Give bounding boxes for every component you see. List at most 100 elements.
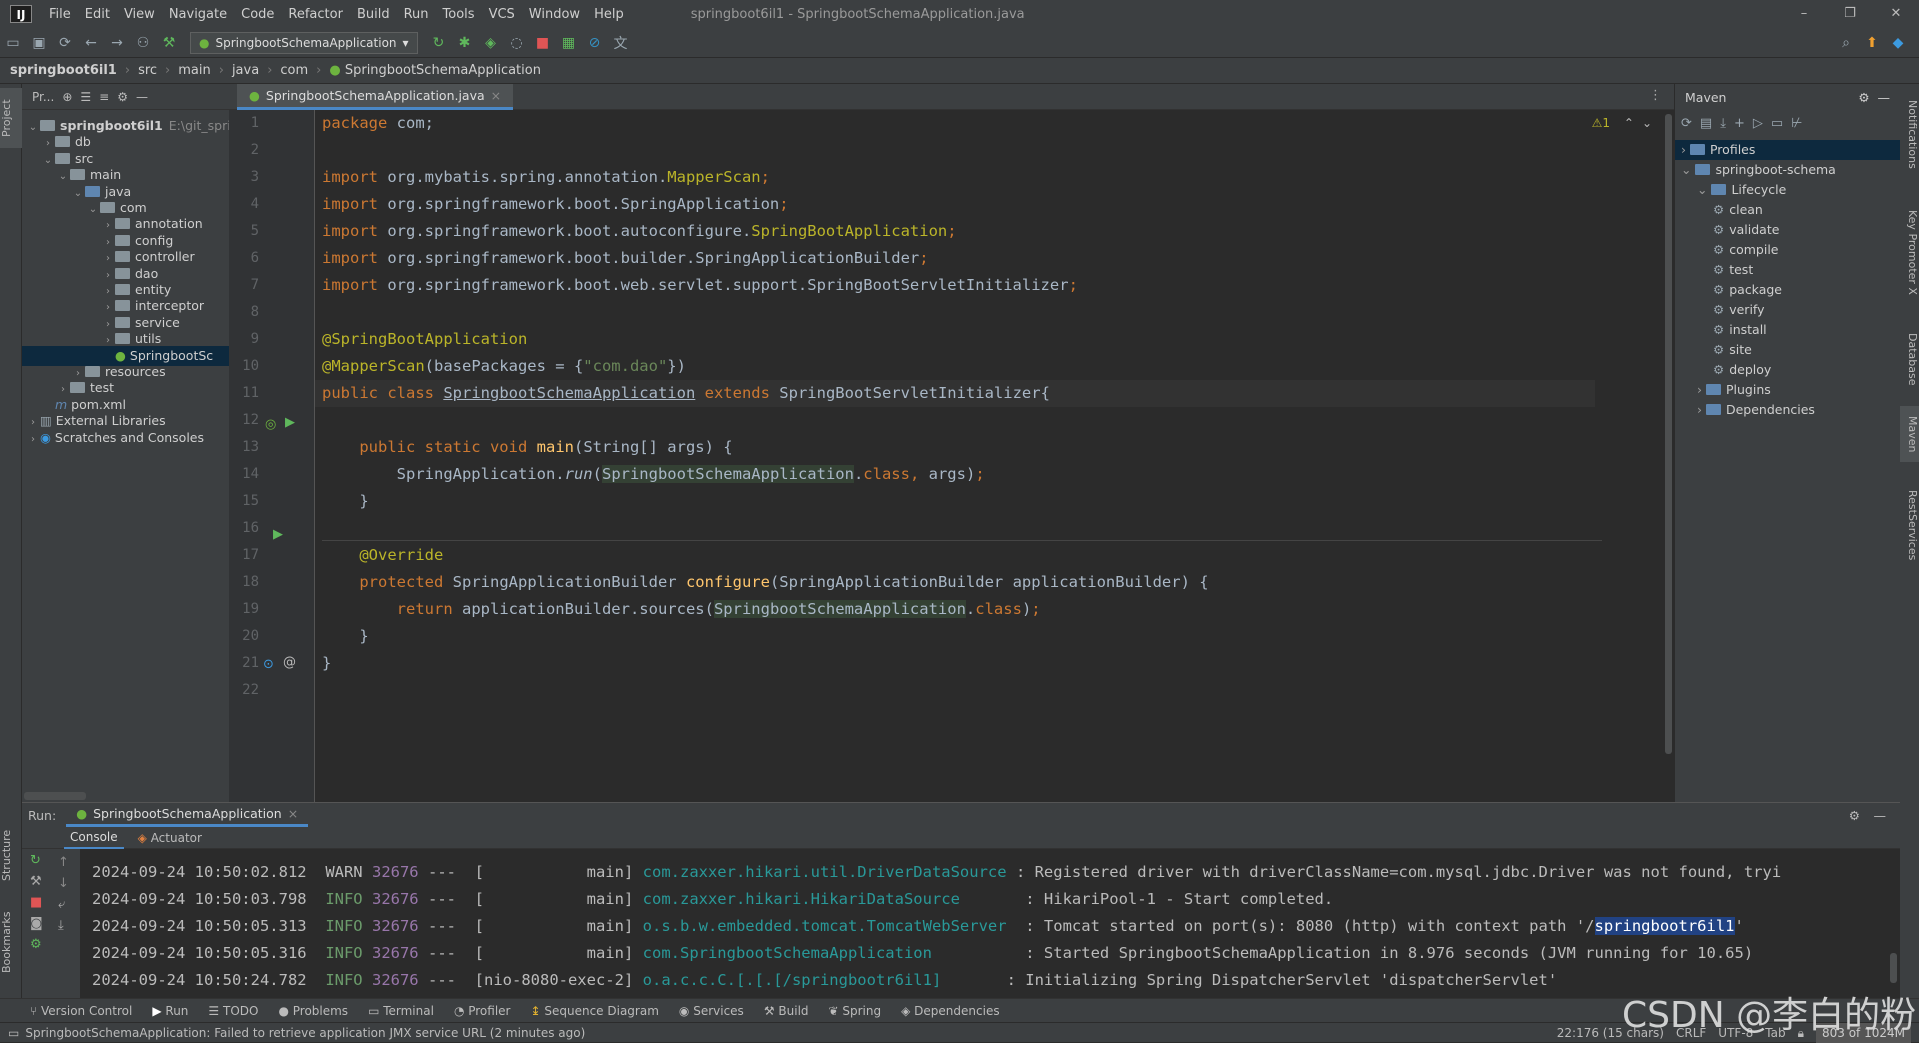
code-line-3[interactable]: import org.mybatis.spring.annotation.Map… (322, 164, 770, 191)
override-gutter-icon[interactable]: ⊙ (263, 657, 274, 672)
close-tab-icon[interactable]: × (288, 806, 298, 821)
menu-refactor[interactable]: Refactor (281, 7, 350, 22)
code-line-9[interactable]: @SpringBootApplication (322, 326, 527, 353)
forward-icon[interactable]: → (104, 35, 130, 51)
open-folder-icon[interactable]: ▭ (0, 35, 26, 51)
maven-item-clean[interactable]: ⚙ clean (1675, 200, 1901, 220)
services-tab[interactable]: ◉ Services (679, 1004, 744, 1018)
add-icon[interactable]: + (1734, 116, 1745, 131)
console-scrollbar[interactable] (1890, 953, 1897, 983)
code-line-13[interactable]: public static void main(String[] args) { (322, 434, 732, 461)
menu-help[interactable]: Help (587, 7, 631, 22)
maven-item-verify[interactable]: ⚙ verify (1675, 300, 1901, 320)
run-gutter-icon[interactable]: ▶ (285, 415, 295, 430)
maven-item-profiles[interactable]: › Profiles (1675, 140, 1901, 160)
database-tool-tab[interactable]: Database (1900, 324, 1919, 394)
menu-vcs[interactable]: VCS (482, 7, 522, 22)
structure-tool-tab[interactable]: Structure (0, 820, 22, 890)
minimize-button[interactable]: – (1781, 0, 1827, 28)
search-icon[interactable]: ⌕ (1833, 35, 1859, 51)
run-main-gutter-icon[interactable]: ▶ (273, 527, 283, 542)
code-line-14[interactable]: SpringApplication.run(SpringbootSchemaAp… (322, 461, 985, 488)
download-icon[interactable]: ⤓ (1720, 116, 1726, 131)
maven-item-validate[interactable]: ⚙ validate (1675, 220, 1901, 240)
run-configuration-selector[interactable]: ● SpringbootSchemaApplication ▾ (190, 31, 418, 54)
project-tool-tab[interactable]: Project (0, 88, 22, 148)
tree-arrow-icon[interactable]: › (26, 430, 40, 448)
rest-services-tool-tab[interactable]: RestServices (1900, 480, 1919, 570)
console-tab[interactable]: Console (64, 827, 124, 849)
code-line-21[interactable]: } (322, 650, 331, 677)
code-line-1[interactable]: package com; (322, 110, 434, 137)
stop-icon[interactable]: ■ (530, 35, 556, 51)
translate-icon[interactable]: 文 (608, 33, 634, 53)
breadcrumb-class[interactable]: ● SpringbootSchemaApplication (329, 63, 541, 78)
maven-item-plugins[interactable]: › Plugins (1675, 380, 1901, 400)
code-line-15[interactable]: } (322, 488, 368, 515)
version-control-tab[interactable]: ⑂ Version Control (30, 1004, 132, 1018)
breadcrumb-com[interactable]: com (280, 63, 308, 78)
debug-icon[interactable]: ✱ (452, 35, 478, 51)
plugin-icon[interactable]: ◆ (1885, 35, 1911, 51)
code-line-20[interactable]: } (322, 623, 368, 650)
profiler-tab[interactable]: ◔ Profiler (454, 1004, 511, 1018)
menu-navigate[interactable]: Navigate (162, 7, 234, 22)
bookmarks-tool-tab[interactable]: Bookmarks (0, 902, 22, 982)
horizontal-scrollbar[interactable] (24, 792, 86, 800)
build-tab[interactable]: ⚒ Build (764, 1004, 809, 1018)
tree-arrow-icon[interactable]: ⌄ (1681, 162, 1695, 177)
status-message[interactable]: SpringbootSchemaApplication: Failed to r… (25, 1026, 585, 1040)
user-icon[interactable]: ⚇ (130, 35, 156, 51)
settings-gear-icon[interactable]: ⚙ (1849, 808, 1860, 823)
console-line[interactable]: 2024-09-24 10:50:02.812 WARN 32676 --- [… (92, 859, 1781, 886)
code-line-5[interactable]: import org.springframework.boot.autoconf… (322, 218, 957, 245)
update-icon[interactable]: ⬆ (1859, 35, 1885, 51)
menu-view[interactable]: View (117, 7, 162, 22)
dependencies-tab[interactable]: ◈ Dependencies (901, 1004, 999, 1018)
editor-tab-main-file[interactable]: ● SpringbootSchemaApplication.java × (237, 84, 514, 110)
menu-tools[interactable]: Tools (436, 7, 482, 22)
console-line[interactable]: 2024-09-24 10:50:05.313 INFO 32676 --- [… (92, 913, 1744, 940)
code-line-18[interactable]: protected SpringApplicationBuilder confi… (322, 569, 1208, 596)
actuator-tab[interactable]: ◈ Actuator (138, 831, 202, 845)
toggle-offline-icon[interactable]: ▭ (1771, 116, 1783, 131)
breadcrumb-project[interactable]: springboot6il1 (10, 63, 117, 78)
expand-all-icon[interactable]: ☰ (80, 90, 91, 104)
code-line-10[interactable]: @MapperScan(basePackages = {"com.dao"}) (322, 353, 686, 380)
menu-run[interactable]: Run (397, 7, 436, 22)
breadcrumb-main[interactable]: main (178, 63, 210, 78)
notifications-tool-tab[interactable]: Notifications (1900, 88, 1919, 180)
code-line-4[interactable]: import org.springframework.boot.SpringAp… (322, 191, 789, 218)
code-line-7[interactable]: import org.springframework.boot.web.serv… (322, 272, 1078, 299)
close-button[interactable]: ✕ (1873, 0, 1919, 28)
maven-item-test[interactable]: ⚙ test (1675, 260, 1901, 280)
settings-gear-icon[interactable]: ⚙ (1858, 90, 1869, 105)
menu-code[interactable]: Code (234, 7, 281, 22)
menu-edit[interactable]: Edit (78, 7, 117, 22)
maven-item-package[interactable]: ⚙ package (1675, 280, 1901, 300)
menu-window[interactable]: Window (522, 7, 587, 22)
skip-tests-icon[interactable]: ⊬ (1791, 116, 1802, 131)
run-tab[interactable]: ● SpringbootSchemaApplication × (66, 803, 309, 827)
todo-tab[interactable]: ☰ TODO (208, 1004, 258, 1018)
maven-item-lifecycle[interactable]: ⌄ Lifecycle (1675, 180, 1901, 200)
console-line[interactable]: 2024-09-24 10:50:05.316 INFO 32676 --- [… (92, 940, 1753, 967)
build-hammer-icon[interactable]: ⚒ (156, 35, 182, 51)
maven-item-springboot-schema[interactable]: ⌄ springboot-schema (1675, 160, 1901, 180)
maven-item-compile[interactable]: ⚙ compile (1675, 240, 1901, 260)
maven-item-install[interactable]: ⚙ install (1675, 320, 1901, 340)
maven-item-deploy[interactable]: ⚙ deploy (1675, 360, 1901, 380)
code-line-19[interactable]: return applicationBuilder.sources(Spring… (322, 596, 1041, 623)
hide-icon[interactable]: — (1874, 808, 1887, 823)
save-all-icon[interactable]: ▣ (26, 35, 52, 51)
spring-bean-gutter-icon[interactable]: ◎ (265, 417, 276, 432)
console-line[interactable]: 2024-09-24 10:50:03.798 INFO 32676 --- [… (92, 886, 1333, 913)
breadcrumb-src[interactable]: src (138, 63, 157, 78)
locate-icon[interactable]: ⊕ (62, 90, 72, 104)
maven-item-dependencies[interactable]: › Dependencies (1675, 400, 1901, 420)
spring-tab[interactable]: ❦ Spring (829, 1004, 882, 1018)
editor-vertical-scrollbar[interactable] (1665, 114, 1672, 754)
menu-build[interactable]: Build (350, 7, 397, 22)
console-line[interactable]: 2024-09-24 10:50:24.782 INFO 32676 --- [… (92, 967, 1557, 994)
tree-arrow-icon[interactable]: › (1681, 142, 1690, 157)
